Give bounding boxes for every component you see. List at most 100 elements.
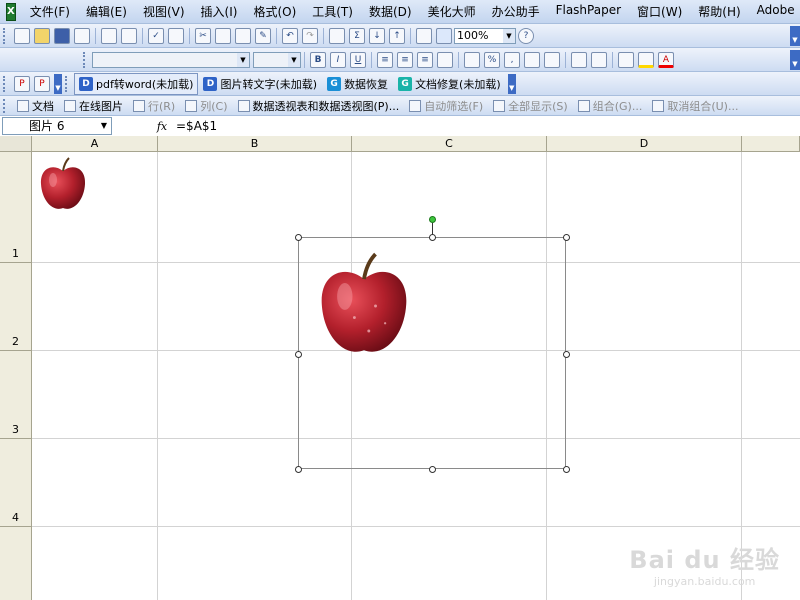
undo-icon[interactable]: ↶ [282, 27, 298, 44]
merge-center-icon[interactable] [437, 51, 453, 68]
chevron-down-icon[interactable]: ▼ [97, 118, 111, 134]
autosum-icon[interactable]: Σ [349, 27, 365, 44]
toolbar-options-icon[interactable]: ▼ [790, 49, 800, 70]
align-center-icon[interactable]: ≡ [397, 51, 413, 68]
toolbar-grip[interactable] [3, 27, 8, 44]
apple-icon[interactable] [38, 156, 88, 214]
align-right-icon[interactable]: ≡ [417, 51, 433, 68]
menu-item[interactable]: 办公助手 [484, 3, 548, 20]
cut-icon[interactable]: ✂ [195, 27, 211, 44]
menu-item[interactable]: 数据(D) [361, 3, 420, 20]
font-name-select[interactable]: ▼ [92, 51, 250, 68]
align-left-icon[interactable]: ≡ [377, 51, 393, 68]
addin-button[interactable]: G 数据恢复 [322, 73, 393, 95]
data-toolbar-item[interactable]: 全部显示(S) [488, 98, 573, 114]
copy-icon[interactable] [215, 27, 231, 44]
chevron-down-icon[interactable]: ▼ [503, 28, 515, 43]
excel-icon[interactable]: X [6, 2, 16, 21]
menu-item[interactable]: 帮助(H) [690, 3, 748, 20]
resize-handle-top-right[interactable] [563, 234, 570, 241]
pdf-convert-icon[interactable]: P [34, 75, 50, 92]
name-box[interactable]: 图片 6 ▼ [2, 117, 112, 135]
drawing-icon[interactable] [436, 27, 452, 44]
toolbar-options-icon[interactable]: ▼ [54, 73, 62, 94]
rotation-handle[interactable] [429, 216, 436, 223]
hyperlink-icon[interactable] [329, 27, 345, 44]
pdf-icon[interactable]: P [14, 75, 30, 92]
resize-handle-top-left[interactable] [295, 234, 302, 241]
data-toolbar-item[interactable]: 行(R) [128, 98, 180, 114]
redo-icon[interactable]: ↷ [302, 27, 318, 44]
bold-icon[interactable]: B [310, 51, 326, 68]
increase-indent-icon[interactable] [591, 51, 607, 68]
decrease-decimal-icon[interactable] [544, 51, 560, 68]
data-toolbar-item[interactable]: 数据透视表和数据透视图(P)... [233, 98, 405, 114]
menu-item[interactable]: 格式(O) [245, 3, 304, 20]
select-all-corner[interactable] [0, 136, 32, 152]
addin-button[interactable]: G 文档修复(未加载) [393, 73, 506, 95]
row-header-3[interactable]: 3 [0, 351, 32, 439]
increase-decimal-icon[interactable] [524, 51, 540, 68]
row-header-1[interactable]: 1 [0, 152, 32, 263]
column-header-d[interactable]: D [547, 136, 742, 152]
font-color-icon[interactable]: A [658, 51, 674, 68]
decrease-indent-icon[interactable] [571, 51, 587, 68]
picture-selection-frame[interactable] [298, 237, 566, 469]
print-preview-icon[interactable] [121, 27, 137, 44]
fx-icon[interactable]: fx [152, 120, 172, 133]
open-folder-icon[interactable] [34, 27, 50, 44]
menu-item[interactable]: 编辑(E) [78, 3, 135, 20]
row-header-5[interactable] [0, 527, 32, 600]
chevron-down-icon[interactable]: ▼ [288, 52, 300, 67]
chart-wizard-icon[interactable] [416, 27, 432, 44]
menu-item[interactable]: FlashPaper [548, 3, 629, 20]
data-toolbar-item[interactable]: 在线图片 [59, 98, 128, 114]
resize-handle-left[interactable] [295, 351, 302, 358]
paste-icon[interactable] [235, 27, 251, 44]
data-toolbar-item[interactable]: 文档 [12, 98, 59, 114]
permission-icon[interactable] [74, 27, 90, 44]
row-header-4[interactable]: 4 [0, 439, 32, 527]
formula-input[interactable]: =$A$1 [176, 119, 217, 133]
font-size-select[interactable]: ▼ [253, 51, 301, 68]
resize-handle-bottom[interactable] [429, 466, 436, 473]
zoom-select[interactable]: 100% ▼ [454, 27, 516, 44]
menu-item[interactable]: 插入(I) [193, 3, 246, 20]
menu-item[interactable]: 窗口(W) [629, 3, 690, 20]
new-file-icon[interactable] [14, 27, 30, 44]
sort-ascending-icon[interactable]: ↓ [369, 27, 385, 44]
toolbar-options-icon[interactable]: ▼ [790, 25, 800, 46]
toolbar-grip[interactable] [83, 51, 88, 68]
toolbar-grip[interactable] [3, 75, 8, 92]
menu-item[interactable]: 美化大师 [420, 3, 484, 20]
menu-item[interactable]: Adobe [749, 3, 800, 20]
italic-icon[interactable]: I [330, 51, 346, 68]
currency-icon[interactable] [464, 51, 480, 68]
save-icon[interactable] [54, 27, 70, 44]
data-toolbar-item[interactable]: 列(C) [180, 98, 232, 114]
resize-handle-bottom-left[interactable] [295, 466, 302, 473]
format-painter-icon[interactable]: ✎ [255, 27, 271, 44]
column-header-a[interactable]: A [32, 136, 158, 152]
percent-icon[interactable]: % [484, 51, 500, 68]
addin-button[interactable]: D 图片转文字(未加载) [198, 73, 322, 95]
help-icon[interactable]: ? [518, 27, 534, 44]
resize-handle-bottom-right[interactable] [563, 466, 570, 473]
toolbar-grip[interactable] [65, 75, 70, 92]
toolbar-grip[interactable] [3, 98, 8, 113]
menu-item[interactable]: 文件(F) [22, 3, 78, 20]
menu-item[interactable]: 工具(T) [304, 3, 361, 20]
data-toolbar-item[interactable]: 组合(G)... [573, 98, 648, 114]
underline-icon[interactable]: U [350, 51, 366, 68]
sort-descending-icon[interactable]: ↑ [389, 27, 405, 44]
data-toolbar-item[interactable]: 取消组合(U)... [647, 98, 743, 114]
research-icon[interactable] [168, 27, 184, 44]
menu-item[interactable]: 视图(V) [135, 3, 193, 20]
column-header-e[interactable] [742, 136, 800, 152]
resize-handle-right[interactable] [563, 351, 570, 358]
comma-style-icon[interactable]: , [504, 51, 520, 68]
column-header-c[interactable]: C [352, 136, 547, 152]
chevron-down-icon[interactable]: ▼ [237, 52, 249, 67]
toolbar-options-icon[interactable]: ▼ [507, 73, 516, 94]
resize-handle-top[interactable] [429, 234, 436, 241]
